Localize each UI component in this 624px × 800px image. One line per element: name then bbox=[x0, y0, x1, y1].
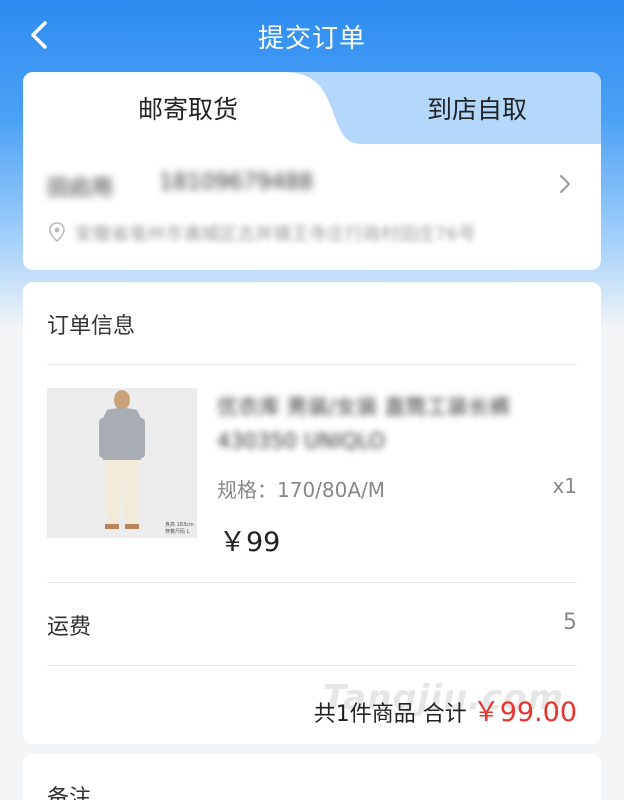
page-title: 提交订单 bbox=[257, 23, 366, 54]
address-detail: 安徽省亳州市谯城区古井镇王寺庄行政村田庄76号 bbox=[75, 224, 476, 245]
tab-store-pickup[interactable]: 到店自取 bbox=[353, 72, 601, 144]
product-spec: 规格：170/80A/M bbox=[217, 478, 386, 502]
total-amount: ￥99.00 bbox=[472, 697, 577, 728]
divider bbox=[47, 665, 577, 666]
recipient-name: 田启用 bbox=[47, 176, 114, 201]
location-pin-icon bbox=[49, 222, 65, 242]
tab-mail-delivery[interactable]: 邮寄取货 bbox=[23, 72, 353, 144]
order-info-card: 订单信息 身高 183cm 穿着尺码 L 优衣库 男装/女装 直筒工装长裤 43… bbox=[23, 282, 601, 744]
address-row[interactable]: 田启用 18109679488 安徽省亳州市谯城区古井镇王寺庄行政村田庄76号 bbox=[23, 144, 601, 270]
product-quantity: x1 bbox=[552, 474, 577, 498]
divider bbox=[47, 582, 577, 583]
back-button[interactable] bbox=[24, 20, 54, 50]
image-caption-2: 穿着尺码 L bbox=[165, 528, 190, 535]
nav-bar: 提交订单 bbox=[0, 0, 624, 72]
product-image[interactable]: 身高 183cm 穿着尺码 L bbox=[47, 388, 197, 538]
delivery-card: 邮寄取货 到店自取 田启用 18109679488 安徽省亳州市谯城区古井镇王寺… bbox=[23, 72, 601, 270]
delivery-tabs: 邮寄取货 到店自取 bbox=[23, 72, 601, 144]
freight-value: 5 bbox=[563, 610, 577, 635]
freight-label: 运费 bbox=[47, 615, 92, 640]
product-price: ￥99 bbox=[219, 527, 281, 558]
remark-card[interactable]: 备注 bbox=[23, 754, 601, 800]
chevron-right-icon bbox=[560, 175, 570, 193]
product-photo: 身高 183cm 穿着尺码 L bbox=[47, 388, 197, 538]
total-prefix: 共1件商品 合计 bbox=[313, 702, 467, 727]
order-section-title: 订单信息 bbox=[47, 314, 136, 339]
image-caption-1: 身高 183cm bbox=[165, 521, 194, 528]
chevron-left-icon bbox=[31, 21, 47, 49]
recipient-phone: 18109679488 bbox=[159, 170, 313, 195]
product-name[interactable]: 优衣库 男装/女装 直筒工装长裤 430350 UNIQLO bbox=[217, 390, 557, 458]
order-total: 共1件商品 合计 ￥99.00 bbox=[314, 690, 577, 729]
divider bbox=[47, 364, 577, 365]
remark-label: 备注 bbox=[47, 786, 92, 800]
